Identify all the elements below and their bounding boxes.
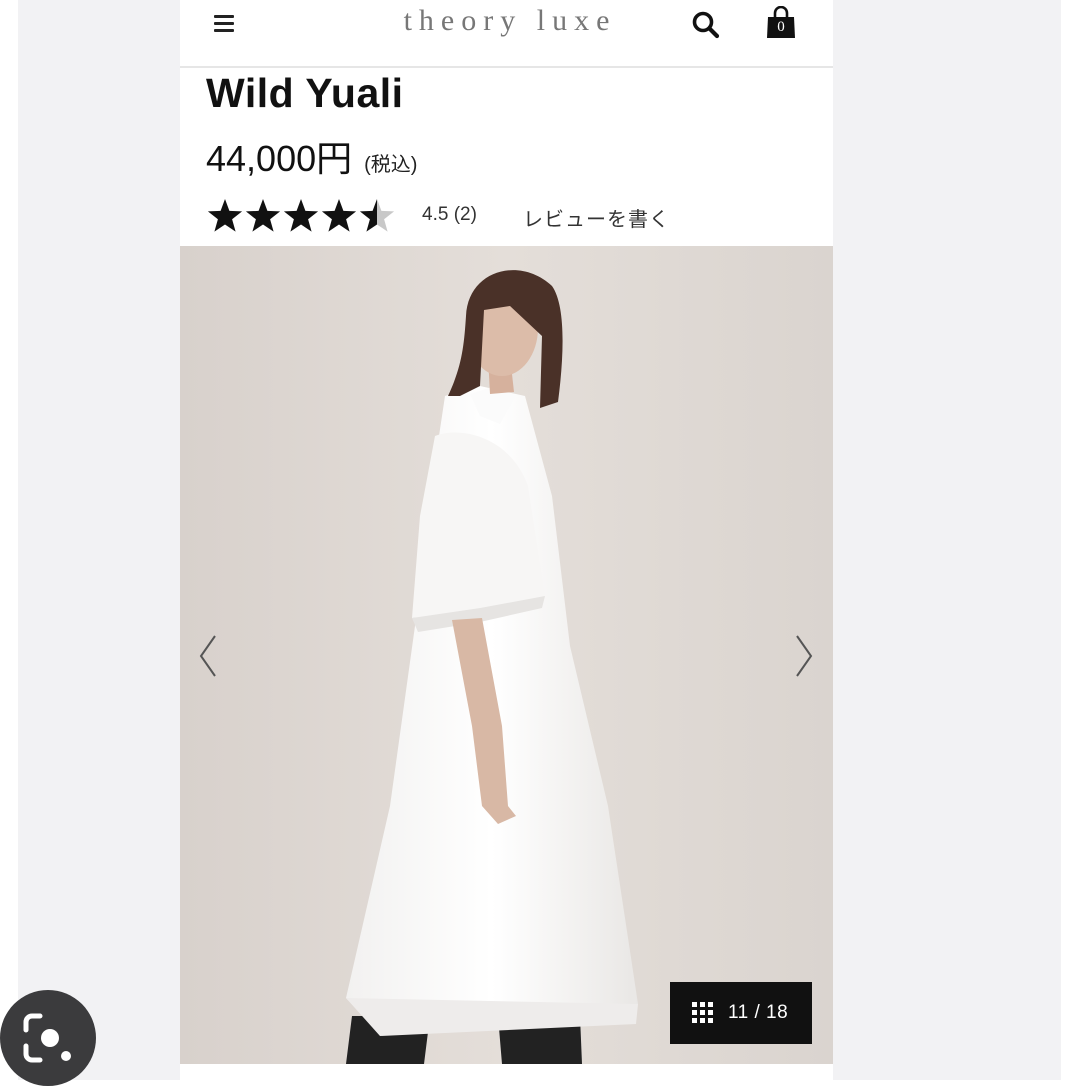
- star-icon: [207, 199, 243, 232]
- star-icon: [321, 199, 357, 232]
- product-image-gallery[interactable]: 11 / 18: [180, 246, 833, 1064]
- star-icon: [245, 199, 281, 232]
- site-header: theory luxe 0: [180, 0, 833, 68]
- gallery-counter-text: 11 / 18: [728, 1002, 789, 1023]
- grid-icon: [692, 1002, 713, 1023]
- left-background: [18, 0, 180, 1080]
- product-page: theory luxe 0 Wild Yuali 44,000円 (税込) 4.…: [180, 0, 833, 1080]
- price-amount: 44,000: [206, 138, 317, 179]
- product-photo: [180, 246, 833, 1064]
- search-icon[interactable]: [690, 9, 722, 41]
- write-review-link[interactable]: レビューを書く: [523, 203, 670, 232]
- brand-logo[interactable]: theory luxe: [355, 4, 665, 38]
- star-icon: [359, 199, 395, 232]
- price-currency: 円: [316, 138, 353, 179]
- hamburger-menu-icon[interactable]: [212, 12, 236, 34]
- product-title: Wild Yuali: [206, 70, 404, 116]
- left-margin: [0, 0, 18, 1080]
- right-background: [833, 0, 1061, 1080]
- rating-stars: [206, 196, 406, 241]
- product-price: 44,000円 (税込): [206, 130, 417, 182]
- star-icon: [283, 199, 319, 232]
- gallery-counter-button[interactable]: 11 / 18: [670, 982, 812, 1044]
- right-margin: [1061, 0, 1080, 1080]
- chevron-right-icon[interactable]: [789, 631, 819, 681]
- rating-summary: 4.5 (2): [422, 204, 477, 225]
- cart-count-badge: 0: [777, 19, 785, 35]
- tax-note: (税込): [364, 154, 418, 176]
- shopping-bag-icon[interactable]: 0: [765, 5, 797, 40]
- chevron-left-icon[interactable]: [193, 631, 223, 681]
- lens-search-icon[interactable]: [0, 990, 96, 1086]
